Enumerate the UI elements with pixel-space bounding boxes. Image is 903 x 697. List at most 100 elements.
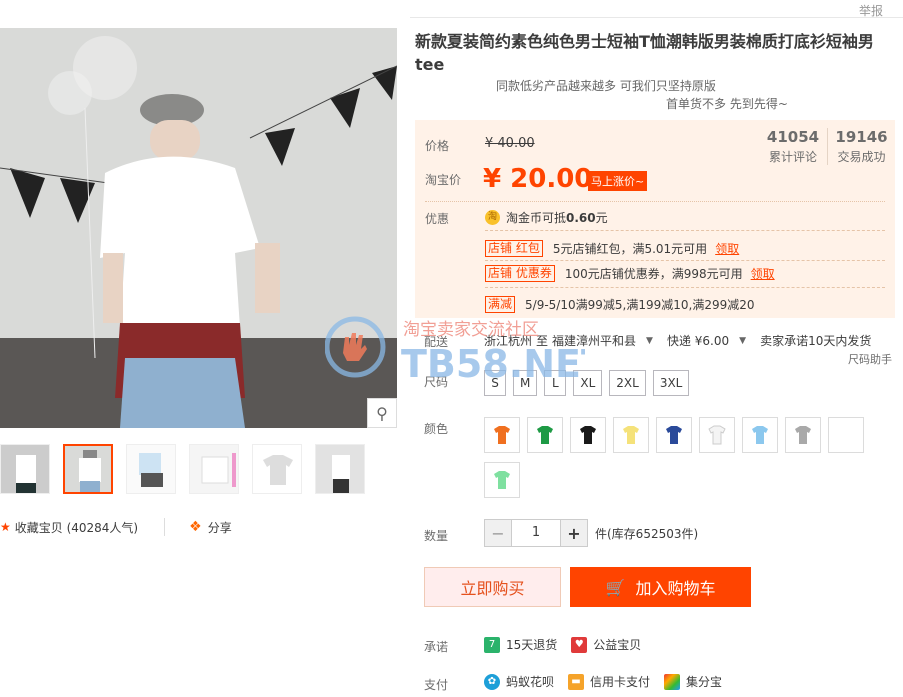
cart-icon: 🛒	[605, 577, 626, 597]
thumbnail[interactable]	[252, 444, 302, 494]
shipping-label-text: 配送	[424, 335, 449, 349]
promo-separator	[485, 260, 885, 261]
sales-count: 19146	[835, 128, 888, 146]
ship-promise: 卖家承诺10天内发货	[760, 334, 872, 348]
tshirt-icon	[580, 426, 596, 444]
color-options	[484, 417, 864, 498]
size-options: S M L XL 2XL 3XL	[484, 370, 690, 396]
thumbnail[interactable]	[189, 444, 239, 494]
promise-return[interactable]: 15天退货	[506, 636, 557, 653]
price-tag-badge: 马上涨价~	[588, 171, 648, 191]
thumbnail[interactable]	[0, 444, 50, 494]
tshirt-icon	[623, 426, 639, 444]
size-option[interactable]: XL	[573, 370, 603, 396]
shipping-row: 浙江杭州 至 福建漳州平和县 ▼ 快递 ¥6.00 ▼ 卖家承诺10天内发货	[484, 332, 871, 349]
size-helper-link[interactable]: 尺码助手	[848, 351, 892, 367]
zoom-icon[interactable]: ⚲	[367, 398, 397, 428]
get-coupon-link[interactable]: 领取	[751, 265, 775, 282]
color-label: 颜色	[424, 420, 448, 437]
size-label: 尺码	[424, 373, 448, 390]
color-option[interactable]	[527, 417, 563, 453]
review-caption: 累计评论	[768, 150, 817, 164]
color-option[interactable]	[570, 417, 606, 453]
promise-label-text: 承诺	[424, 640, 449, 654]
color-option[interactable]	[785, 417, 821, 453]
divider	[164, 518, 166, 536]
jifenbao-icon	[664, 673, 681, 690]
add-to-cart-label: 加入购物车	[635, 579, 716, 598]
promo-tag: 满减	[485, 296, 516, 313]
ship-to-dropdown[interactable]: 福建漳州平和县	[552, 332, 636, 349]
increase-button[interactable]: +	[560, 519, 588, 547]
share-icon: ❖	[189, 519, 202, 535]
size-option[interactable]: L	[544, 370, 567, 396]
quantity-label: 数量	[424, 527, 448, 544]
promo-text: 5/9-5/10满99减5,满199减10,满299减20	[525, 298, 755, 312]
color-option[interactable]	[484, 462, 520, 498]
star-icon: ★	[0, 520, 11, 534]
color-option[interactable]	[699, 417, 735, 453]
original-price: ¥ 40.00	[485, 136, 535, 151]
taobao-price: ¥ 20.00	[483, 164, 593, 194]
promo-coupon: 店铺 优惠券 100元店铺优惠券，满998元可用 领取	[485, 265, 775, 282]
size-option[interactable]: M	[513, 370, 538, 396]
pay-huabei[interactable]: 蚂蚁花呗	[506, 673, 554, 690]
stat-reviews[interactable]: 41054 累计评论	[759, 128, 827, 165]
stock-text: 件(库存652503件)	[595, 526, 699, 541]
quantity-input[interactable]: 1	[512, 519, 560, 547]
promo-separator	[485, 230, 885, 231]
product-title: 新款夏装简约素色纯色男士短袖T恤潮韩版男装棉质打底衫短袖男tee	[415, 32, 874, 74]
color-label-text: 颜色	[424, 422, 449, 436]
promise-charity[interactable]: 公益宝贝	[593, 636, 641, 653]
buy-now-button[interactable]: 立即购买	[424, 567, 561, 607]
color-option[interactable]	[613, 417, 649, 453]
promise-row: 7 15天退货 ♥ 公益宝贝	[484, 636, 641, 653]
thumbnail-active[interactable]	[63, 444, 113, 494]
get-red-packet-link[interactable]: 领取	[715, 240, 739, 257]
sales-caption: 交易成功	[837, 150, 886, 164]
favorite-link[interactable]: 收藏宝贝 (40284人气)	[15, 519, 138, 536]
chevron-down-icon[interactable]: ▼	[739, 336, 746, 346]
shipping-method-dropdown[interactable]: 快递 ¥6.00	[667, 332, 729, 349]
color-option[interactable]	[484, 417, 520, 453]
color-option[interactable]	[828, 417, 864, 453]
share-link[interactable]: 分享	[208, 519, 232, 536]
tshirt-icon	[494, 471, 510, 489]
thumbnail[interactable]	[315, 444, 365, 494]
main-product-image[interactable]: ⚲	[0, 28, 397, 428]
pay-credit-card[interactable]: 信用卡支付	[590, 673, 650, 690]
tshirt-icon	[666, 426, 682, 444]
pay-label-text: 支付	[424, 678, 449, 692]
promo-text: 5元店铺红包，满5.01元可用	[552, 242, 708, 256]
taojinbi-coin-icon: 淘	[485, 210, 500, 225]
size-option[interactable]: S	[484, 370, 506, 396]
ship-from: 浙江杭州	[484, 334, 533, 348]
thumbnail-strip	[0, 444, 378, 494]
payment-row: ✿ 蚂蚁花呗 ▬ 信用卡支付 集分宝	[484, 673, 722, 690]
tb-price-label: 淘宝价	[425, 173, 462, 187]
product-photo	[0, 28, 397, 428]
product-subtitle: 同款低劣产品越来越多 可我们只坚持原版	[496, 79, 716, 93]
chevron-down-icon[interactable]: ▼	[646, 336, 653, 346]
color-option[interactable]	[656, 417, 692, 453]
color-option[interactable]	[742, 417, 778, 453]
promo-label: 优惠	[425, 212, 450, 226]
add-to-cart-button[interactable]: 🛒 加入购物车	[570, 567, 751, 607]
promo-tag: 店铺 优惠券	[485, 265, 555, 282]
header-divider	[410, 17, 903, 18]
coin-unit: 元	[595, 211, 608, 225]
pay-jifenbao[interactable]: 集分宝	[686, 673, 722, 690]
size-option[interactable]: 2XL	[609, 370, 646, 396]
tshirt-icon	[537, 426, 553, 444]
thumbnail[interactable]	[126, 444, 176, 494]
size-option[interactable]: 3XL	[652, 370, 690, 396]
review-count: 41054	[766, 128, 820, 146]
stats: 41054 累计评论 19146 交易成功	[759, 128, 895, 165]
price-divider	[425, 201, 885, 202]
promo-separator	[485, 287, 885, 288]
decrease-button[interactable]: −	[484, 519, 512, 547]
price-panel: 价格 ¥ 40.00 淘宝价 ¥ 20.00 马上涨价~ 41054 累计评论 …	[415, 120, 895, 318]
promise-label: 承诺	[424, 638, 448, 655]
shipping-label: 配送	[424, 333, 448, 350]
tshirt-icon	[494, 426, 510, 444]
